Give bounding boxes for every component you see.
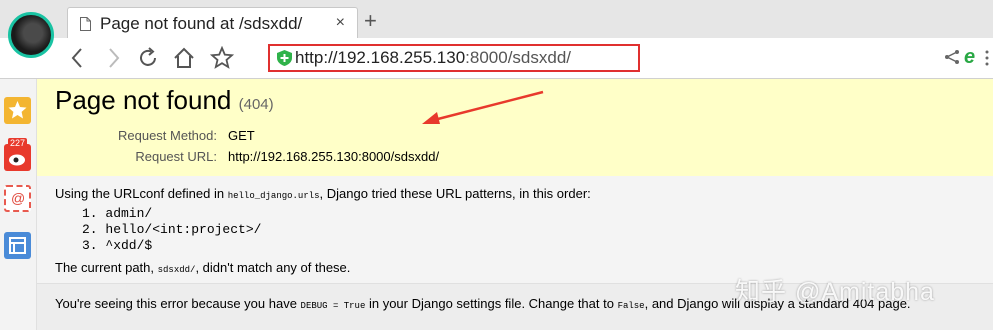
navigation-bar: http://192.168.255.130:8000/sdsxdd/ e — [0, 38, 993, 79]
favorites-star-icon[interactable] — [4, 97, 31, 124]
mail-icon[interactable]: @ — [4, 185, 31, 212]
annotation-arrow — [422, 90, 544, 124]
reload-icon[interactable] — [136, 46, 160, 70]
document-icon — [80, 17, 91, 31]
url-pattern: 3. ^xdd/$ — [82, 238, 153, 253]
request-url-label: Request URL: — [135, 149, 217, 164]
current-path-prefix: The current path, — [55, 260, 158, 275]
url-pattern: 1. admin/ — [82, 206, 153, 221]
shield-icon — [277, 50, 292, 66]
current-path: sdsxdd/ — [157, 265, 196, 275]
request-method-label: Request Method: — [117, 128, 217, 143]
urlconf-prefix: Using the URLconf defined in — [55, 186, 228, 201]
request-url-value: http://192.168.255.130:8000/sdsxdd/ — [228, 149, 440, 164]
urlconf-info: Using the URLconf defined in hello_djang… — [37, 176, 993, 284]
urlconf-line: Using the URLconf defined in hello_djang… — [55, 186, 591, 201]
tab-strip: Page not found at /sdsxdd/ × + — [0, 0, 993, 39]
forward-icon[interactable] — [101, 46, 125, 70]
url-text: http://192.168.255.130:8000/sdsxdd/ — [295, 48, 571, 68]
debug-false: False — [617, 301, 645, 311]
sidebar: 227 @ — [0, 79, 37, 330]
notes-icon[interactable] — [4, 232, 31, 259]
star-icon[interactable] — [210, 46, 234, 70]
current-path-line: The current path, sdsxdd/, didn't match … — [55, 260, 350, 275]
page-title-text: Page not found — [55, 85, 232, 115]
page-title: Page not found (404) — [55, 85, 274, 116]
watermark: 知乎 @Amitabha — [735, 278, 935, 306]
debug-setting: DEBUG = True — [300, 301, 366, 311]
avatar[interactable] — [8, 12, 54, 58]
weibo-icon[interactable] — [4, 144, 31, 171]
weibo-badge: 227 — [8, 138, 28, 148]
url-host: http://192.168.255.130 — [295, 48, 466, 67]
current-path-suffix: , didn't match any of these. — [195, 260, 351, 275]
url-patterns-list: 1. admin/ 2. hello/<int:project>/ 3. ^xd… — [82, 206, 261, 254]
tab-close-icon[interactable]: × — [336, 14, 345, 32]
share-icon[interactable] — [944, 49, 960, 65]
urlconf-suffix: , Django tried these URL patterns, in th… — [319, 186, 591, 201]
status-code: (404) — [238, 96, 274, 113]
menu-icon[interactable] — [985, 50, 989, 66]
tab-title: Page not found at /sdsxdd/ — [100, 14, 303, 33]
browser-tab[interactable]: Page not found at /sdsxdd/ × — [67, 7, 358, 39]
address-bar[interactable]: http://192.168.255.130:8000/sdsxdd/ — [268, 44, 640, 72]
debug-middle: in your Django settings file. Change tha… — [365, 296, 618, 311]
request-method-value: GET — [228, 128, 255, 143]
debug-prefix: You're seeing this error because you hav… — [55, 296, 301, 311]
urlconf-module: hello_django.urls — [227, 191, 320, 201]
home-icon[interactable] — [172, 46, 196, 70]
back-icon[interactable] — [66, 46, 90, 70]
ie-icon[interactable]: e — [964, 46, 975, 69]
url-pattern: 2. hello/<int:project>/ — [82, 222, 262, 237]
svg-text:@: @ — [11, 190, 25, 206]
url-path: :8000/sdsxdd/ — [465, 48, 572, 67]
new-tab-button[interactable]: + — [364, 10, 377, 32]
